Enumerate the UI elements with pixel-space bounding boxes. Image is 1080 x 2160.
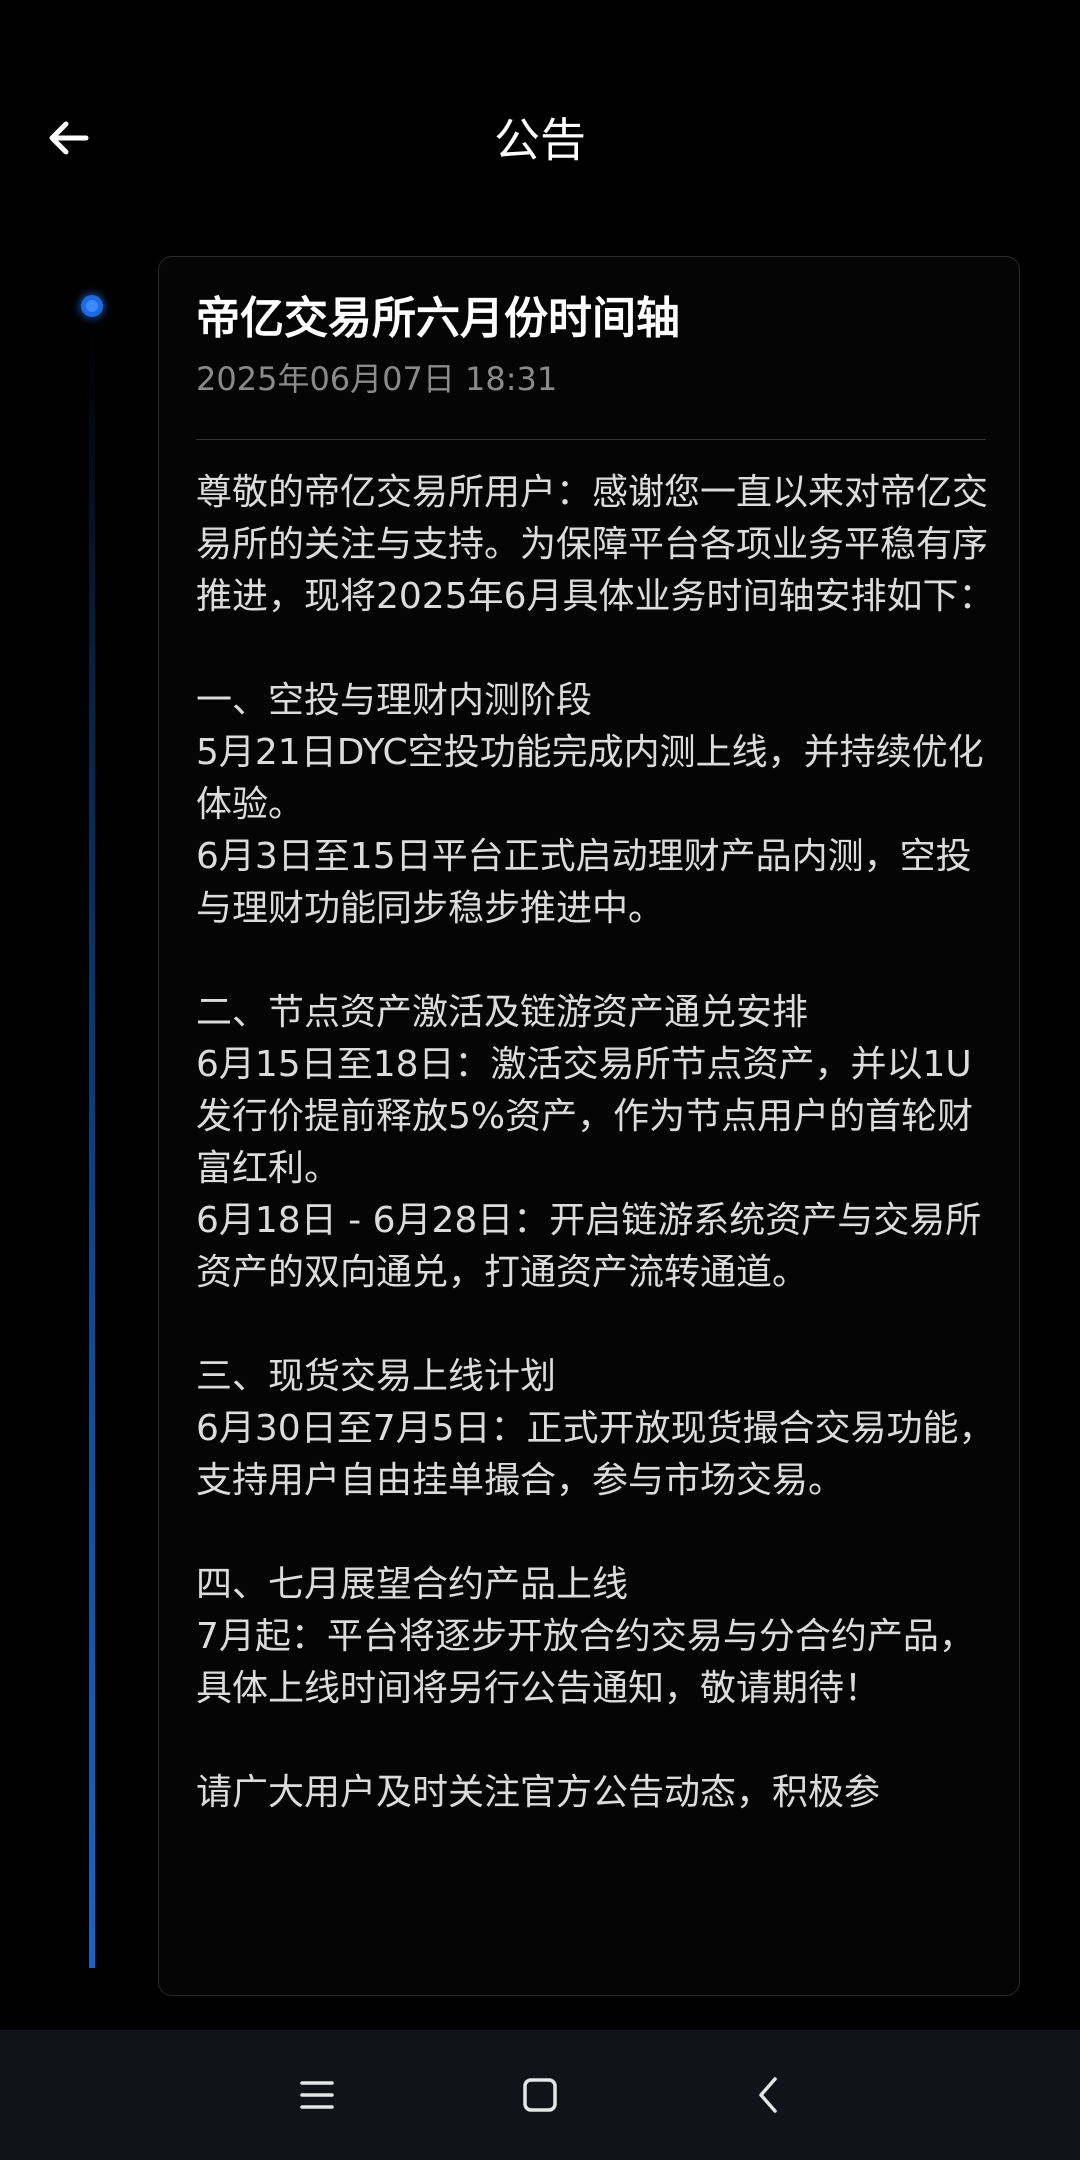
announcement-body: 尊敬的帝亿交易所用户：感谢您一直以来对帝亿交易所的关注与支持。为保障平台各项业务… [196, 467, 996, 1819]
chevron-left-icon [759, 2077, 777, 2113]
timeline-dot [81, 295, 103, 317]
announcement-paragraph: 7月起：平台将逐步开放合约交易与分合约产品，具体上线时间将另行公告通知，敬请期待… [196, 1616, 975, 1709]
system-back-button[interactable] [737, 2063, 801, 2127]
announcement-paragraph: 请广大用户及时关注官方公告动态，积极参 [196, 1772, 881, 1813]
announcement-paragraph: 二、节点资产激活及链游资产通兑安排 [196, 992, 809, 1033]
announcement-paragraph: 6月30日至7月5日：正式开放现货撮合交易功能，支持用户自由挂单撮合，参与市场交… [196, 1408, 995, 1501]
announcement-paragraph: 5月21日DYC空投功能完成内测上线，并持续优化体验。 [196, 732, 984, 825]
announcement-paragraph: 6月3日至15日平台正式启动理财产品内测，空投与理财功能同步稳步推进中。 [196, 836, 972, 929]
menu-icon [300, 2081, 334, 2109]
announcement-title: 帝亿交易所六月份时间轴 [196, 293, 680, 344]
announcement-paragraph: 四、七月展望合约产品上线 [196, 1564, 629, 1605]
page-title: 公告 [494, 113, 586, 167]
timeline-line [89, 330, 95, 1968]
system-navigation-bar [0, 2030, 1080, 2160]
announcement-paragraph: 一、空投与理财内测阶段 [196, 680, 593, 721]
announcement-card: 帝亿交易所六月份时间轴 2025年06月07日 18:31 尊敬的帝亿交易所用户… [158, 256, 1020, 1996]
recent-apps-button[interactable] [285, 2063, 349, 2127]
home-button[interactable] [508, 2063, 572, 2127]
divider [196, 439, 986, 440]
announcement-paragraph: 尊敬的帝亿交易所用户：感谢您一直以来对帝亿交易所的关注与支持。为保障平台各项业务… [196, 472, 995, 617]
home-square-icon [523, 2078, 557, 2112]
announcement-date: 2025年06月07日 18:31 [196, 360, 558, 398]
announcement-paragraph: 6月18日 - 6月28日：开启链游系统资产与交易所资产的双向通兑，打通资产流转… [196, 1200, 982, 1293]
announcement-paragraph: 6月15日至18日：激活交易所节点资产，并以1U发行价提前释放5%资产，作为节点… [196, 1044, 974, 1189]
announcement-paragraph: 三、现货交易上线计划 [196, 1356, 557, 1397]
top-app-bar: 公告 [0, 0, 1080, 230]
